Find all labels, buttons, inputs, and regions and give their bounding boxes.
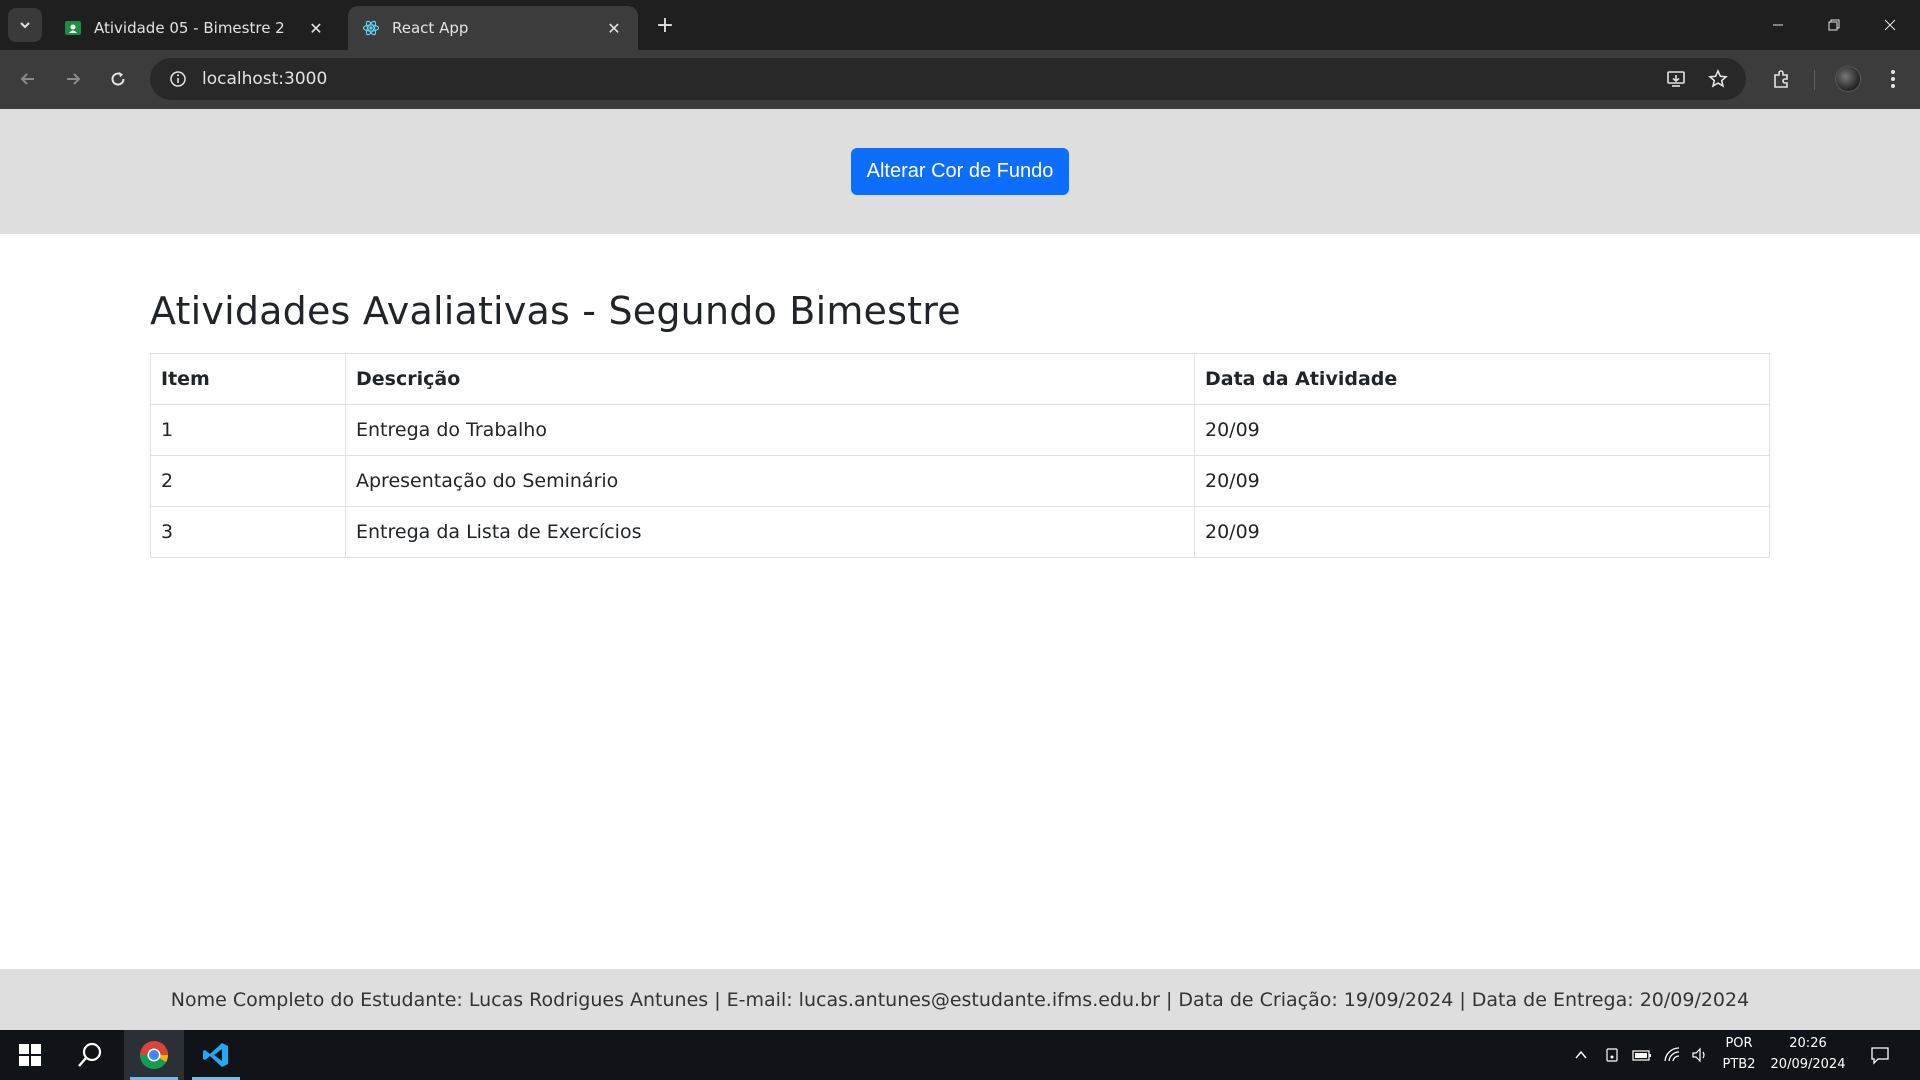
taskbar-chrome[interactable] — [124, 1030, 184, 1080]
table-cell: Entrega do Trabalho — [345, 404, 1195, 456]
install-icon — [1667, 71, 1685, 87]
toolbar-divider — [1814, 70, 1815, 90]
windows-logo-icon — [19, 1044, 41, 1066]
table-cell: 2 — [150, 455, 346, 507]
url-text: localhost:3000 — [202, 69, 328, 89]
table-cell: 20/09 — [1194, 506, 1770, 558]
windows-taskbar: POR PTB2 20:26 20/09/2024 — [0, 1030, 1920, 1080]
column-header: Descrição — [345, 353, 1195, 405]
site-info-icon[interactable] — [158, 58, 198, 100]
extensions-button[interactable] — [1763, 61, 1799, 97]
page-footer: Nome Completo do Estudante: Lucas Rodrig… — [0, 969, 1920, 1030]
close-icon[interactable]: ✕ — [604, 18, 624, 38]
minimize-button[interactable] — [1750, 0, 1806, 50]
chevron-down-icon — [20, 22, 30, 29]
page-viewport: Alterar Cor de Fundo Atividades Avaliati… — [0, 109, 1920, 1030]
restore-button[interactable] — [1806, 0, 1862, 50]
react-icon — [362, 19, 380, 37]
reload-icon — [111, 72, 125, 86]
tab-react-app[interactable]: React App ✕ — [348, 6, 638, 50]
vscode-icon — [203, 1043, 228, 1067]
tab-title: React App — [392, 19, 469, 37]
column-header: Data da Atividade — [1194, 353, 1770, 405]
search-button[interactable] — [60, 1030, 120, 1080]
puzzle-icon — [1774, 70, 1788, 88]
more-vertical-icon — [1891, 70, 1895, 88]
new-tab-button[interactable]: + — [650, 10, 680, 40]
table-cell: 1 — [150, 404, 346, 456]
page-title: Atividades Avaliativas - Segundo Bimestr… — [150, 289, 961, 333]
table-cell: 20/09 — [1194, 404, 1770, 456]
page-header: Alterar Cor de Fundo — [0, 109, 1920, 234]
table-row: 3 Entrega da Lista de Exercícios 20/09 — [150, 506, 1770, 558]
table-cell: 20/09 — [1194, 455, 1770, 507]
chevron-up-icon[interactable] — [1569, 1043, 1593, 1067]
main-content: Atividades Avaliativas - Segundo Bimestr… — [150, 289, 1770, 558]
clock-time[interactable]: 20:26 — [1768, 1036, 1848, 1051]
taskbar-vscode[interactable] — [186, 1030, 246, 1080]
reload-button[interactable] — [100, 61, 136, 97]
arrow-right-icon — [67, 73, 81, 85]
clock-date[interactable]: 20/09/2024 — [1768, 1057, 1848, 1072]
table-cell: Apresentação do Seminário — [345, 455, 1195, 507]
table-cell: Entrega da Lista de Exercícios — [345, 506, 1195, 558]
restore-icon — [1828, 19, 1840, 31]
install-app-button[interactable] — [1658, 61, 1694, 97]
table-row: 2 Apresentação do Seminário 20/09 — [150, 455, 1770, 507]
profile-button[interactable] — [1830, 61, 1866, 97]
forward-button[interactable] — [55, 61, 91, 97]
table-row: 1 Entrega do Trabalho 20/09 — [150, 404, 1770, 456]
tab-atividade[interactable]: Atividade 05 - Bimestre 2 ✕ — [50, 6, 340, 50]
input-language[interactable]: POR — [1714, 1036, 1764, 1051]
bookmark-button[interactable] — [1700, 61, 1736, 97]
avatar — [1835, 66, 1861, 92]
address-bar[interactable]: localhost:3000 — [150, 58, 1746, 100]
table-cell: 3 — [150, 506, 346, 558]
battery-icon[interactable] — [1630, 1043, 1654, 1067]
column-header: Item — [150, 353, 346, 405]
google-classroom-icon — [64, 19, 82, 37]
footer-text: Nome Completo do Estudante: Lucas Rodrig… — [170, 988, 1750, 1011]
activities-table: Item Descrição Data da Atividade 1 Entre… — [150, 353, 1770, 558]
browser-toolbar: localhost:3000 — [0, 50, 1920, 109]
start-button[interactable] — [0, 1030, 60, 1080]
plus-icon: + — [655, 12, 675, 38]
star-icon — [1708, 69, 1728, 88]
tab-search-button[interactable] — [8, 8, 42, 42]
close-window-button[interactable] — [1862, 0, 1918, 50]
notification-icon[interactable] — [1868, 1043, 1892, 1067]
table-header-row: Item Descrição Data da Atividade — [150, 353, 1770, 405]
device-icon[interactable] — [1600, 1043, 1624, 1067]
minimize-icon — [1773, 24, 1783, 26]
back-button[interactable] — [10, 61, 46, 97]
browser-tab-bar: Atividade 05 - Bimestre 2 ✕ React App ✕ … — [0, 0, 1920, 50]
volume-icon[interactable] — [1688, 1043, 1712, 1067]
close-icon[interactable]: ✕ — [306, 18, 326, 38]
chrome-icon — [140, 1041, 168, 1069]
menu-button[interactable] — [1875, 61, 1911, 97]
close-icon — [1884, 19, 1896, 31]
arrow-left-icon — [20, 73, 34, 85]
keyboard-layout[interactable]: PTB2 — [1714, 1057, 1764, 1072]
wifi-icon[interactable] — [1661, 1043, 1685, 1067]
change-background-button[interactable]: Alterar Cor de Fundo — [850, 148, 1070, 195]
tab-title: Atividade 05 - Bimestre 2 — [94, 19, 285, 37]
search-icon — [78, 1042, 102, 1067]
